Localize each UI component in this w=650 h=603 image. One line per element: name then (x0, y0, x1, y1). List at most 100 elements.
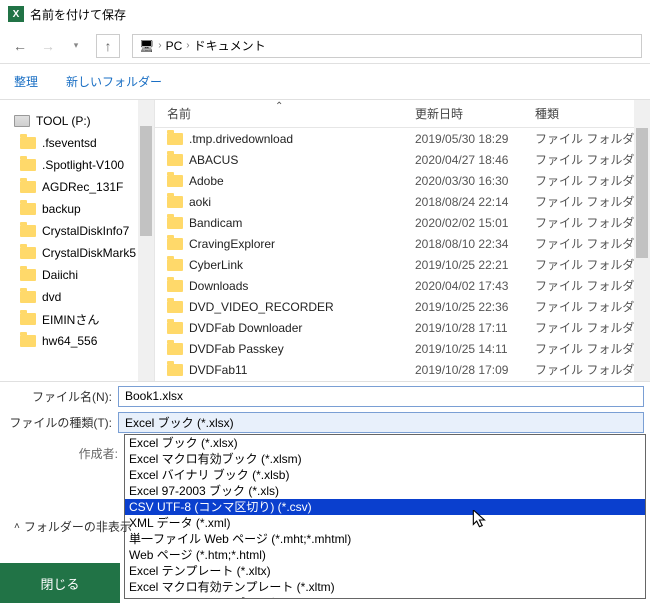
sidebar-item[interactable]: .fseventsd (0, 132, 154, 154)
sidebar-item[interactable]: hw64_556 (0, 330, 154, 352)
filetype-label: ファイルの種類(T): (6, 414, 118, 431)
file-type: ファイル フォルダー (535, 172, 650, 189)
forward-button[interactable]: → (36, 34, 60, 58)
column-headers[interactable]: 名前⌃ 更新日時 種類 (155, 100, 650, 128)
col-type[interactable]: 種類 (535, 105, 650, 122)
filetype-option[interactable]: 単一ファイル Web ページ (*.mht;*.mhtml) (125, 531, 645, 547)
organize-menu[interactable]: 整理 (14, 73, 38, 90)
folder-icon (20, 313, 36, 325)
recent-dropdown[interactable]: ▾ (64, 34, 88, 58)
col-date[interactable]: 更新日時 (415, 105, 535, 122)
table-row[interactable]: CyberLink 2019/10/25 22:21ファイル フォルダー (155, 254, 650, 275)
sidebar-item-label: EIMINさん (42, 311, 99, 328)
filetype-option[interactable]: Excel バイナリ ブック (*.xlsb) (125, 467, 645, 483)
sidebar-item[interactable]: AGDRec_131F (0, 176, 154, 198)
sidebar[interactable]: TOOL (P:) .fseventsd .Spotlight-V100 AGDRe… (0, 100, 155, 381)
file-name: aoki (189, 195, 211, 209)
sidebar-item[interactable]: dvd (0, 286, 154, 308)
sidebar-scrollbar[interactable] (138, 100, 154, 381)
file-name: .tmp.drivedownload (189, 132, 293, 146)
content: TOOL (P:) .fseventsd .Spotlight-V100 AGDRe… (0, 100, 650, 381)
file-name: Adobe (189, 174, 224, 188)
folder-icon (20, 291, 36, 303)
file-type: ファイル フォルダー (535, 193, 650, 210)
sidebar-item-label: Daiichi (42, 268, 78, 282)
back-button[interactable]: ← (8, 34, 32, 58)
sidebar-drive-label: TOOL (P:) (36, 114, 91, 128)
file-date: 2019/10/25 22:36 (415, 300, 535, 314)
new-folder-button[interactable]: 新しいフォルダー (66, 73, 162, 90)
folder-icon (167, 301, 183, 313)
file-type: ファイル フォルダー (535, 256, 650, 273)
folder-icon (20, 137, 36, 149)
chevron-up-icon: ˄ (14, 521, 20, 532)
close-button[interactable]: 閉じる (0, 563, 120, 603)
table-row[interactable]: ABACUS2020/04/27 18:46ファイル フォルダー (155, 149, 650, 170)
title-bar: X 名前を付けて保存 (0, 0, 650, 28)
toolbar: 整理 新しいフォルダー (0, 64, 650, 100)
breadcrumb-folder[interactable]: ドキュメント (194, 37, 266, 54)
filelist-scrollbar[interactable] (634, 100, 650, 381)
sidebar-item-label: AGDRec_131F (42, 180, 123, 194)
table-row[interactable]: aoki2018/08/24 22:14ファイル フォルダー (155, 191, 650, 212)
sidebar-drive[interactable]: TOOL (P:) (0, 110, 154, 132)
table-row[interactable]: Adobe 2020/03/30 16:30ファイル フォルダー (155, 170, 650, 191)
breadcrumb-pc[interactable]: PC (166, 39, 183, 53)
filetype-combobox[interactable]: Excel ブック (*.xlsx) (118, 412, 644, 433)
sidebar-item[interactable]: CrystalDiskMark5 (0, 242, 154, 264)
filelist-scroll-thumb[interactable] (636, 128, 648, 258)
sidebar-item-label: backup (42, 202, 81, 216)
folder-toggle[interactable]: ˄ フォルダーの非表示 (14, 518, 132, 535)
sidebar-item[interactable]: Daiichi (0, 264, 154, 286)
sidebar-item[interactable]: CrystalDiskInfo7 (0, 220, 154, 242)
sidebar-item[interactable]: backup (0, 198, 154, 220)
up-button[interactable]: ↑ (96, 34, 120, 58)
file-type: ファイル フォルダー (535, 235, 650, 252)
table-row[interactable]: Bandicam2020/02/02 15:01ファイル フォルダー (155, 212, 650, 233)
file-name: DVD_VIDEO_RECORDER (189, 300, 334, 314)
file-date: 2019/05/30 18:29 (415, 132, 535, 146)
sidebar-item-label: .fseventsd (42, 136, 97, 150)
file-type: ファイル フォルダー (535, 277, 650, 294)
filetype-option[interactable]: Excel ブック (*.xlsx) (125, 435, 645, 451)
file-name: DVDFab Passkey (189, 342, 284, 356)
file-date: 2019/10/25 22:21 (415, 258, 535, 272)
filetype-option[interactable]: Web ページ (*.htm;*.html) (125, 547, 645, 563)
table-row[interactable]: DVDFab Passkey2019/10/25 14:11ファイル フォルダー (155, 338, 650, 359)
filetype-option[interactable]: XML データ (*.xml) (125, 515, 645, 531)
filetype-option[interactable]: CSV UTF-8 (コンマ区切り) (*.csv) (125, 499, 645, 515)
nav-row: ← → ▾ ↑ 🖥 › PC › ドキュメント (0, 28, 650, 64)
folder-icon (167, 364, 183, 376)
breadcrumb[interactable]: 🖥 › PC › ドキュメント (132, 34, 642, 58)
file-type: ファイル フォルダー (535, 319, 650, 336)
table-row[interactable]: .tmp.drivedownload2019/05/30 18:29ファイル フ… (155, 128, 650, 149)
folder-icon (20, 247, 36, 259)
sidebar-item[interactable]: .Spotlight-V100 (0, 154, 154, 176)
table-row[interactable]: Downloads2020/04/02 17:43ファイル フォルダー (155, 275, 650, 296)
sidebar-item-label: CrystalDiskInfo7 (42, 224, 129, 238)
table-row[interactable]: CravingExplorer2018/08/10 22:34ファイル フォルダ… (155, 233, 650, 254)
file-name: CyberLink (189, 258, 243, 272)
filetype-option[interactable]: Excel 97-2003 ブック (*.xls) (125, 483, 645, 499)
bottom-bar: 閉じる (0, 563, 650, 603)
filename-input[interactable] (118, 386, 644, 407)
sidebar-item[interactable]: EIMINさん (0, 308, 154, 330)
file-type: ファイル フォルダー (535, 340, 650, 357)
file-name: DVDFab Downloader (189, 321, 302, 335)
folder-icon (167, 196, 183, 208)
filetype-value: Excel ブック (*.xlsx) (125, 414, 234, 431)
file-type: ファイル フォルダー (535, 214, 650, 231)
table-row[interactable]: DVD_VIDEO_RECORDER2019/10/25 22:36ファイル フ… (155, 296, 650, 317)
pc-icon: 🖥 (139, 39, 154, 53)
file-date: 2019/10/28 17:11 (415, 321, 535, 335)
file-date: 2018/08/10 22:34 (415, 237, 535, 251)
table-row[interactable]: DVDFab Downloader 2019/10/28 17:11ファイル フォ… (155, 317, 650, 338)
folder-icon (167, 280, 183, 292)
col-name: 名前⌃ (155, 105, 415, 122)
folder-icon (20, 181, 36, 193)
drive-icon (14, 115, 30, 127)
table-row[interactable]: DVDFab112019/10/28 17:09ファイル フォルダー (155, 359, 650, 380)
file-date: 2020/03/30 16:30 (415, 174, 535, 188)
filetype-option[interactable]: Excel マクロ有効ブック (*.xlsm) (125, 451, 645, 467)
sidebar-scroll-thumb[interactable] (140, 126, 152, 236)
